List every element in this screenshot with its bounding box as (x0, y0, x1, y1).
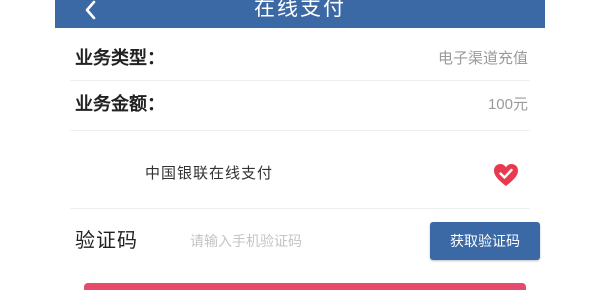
page-title: 在线支付 (254, 0, 346, 20)
get-code-button[interactable]: 获取验证码 (430, 222, 540, 260)
business-amount-value: 100元 (487, 96, 528, 113)
payment-option-unionpay[interactable]: 中国银联在线支付 (70, 150, 530, 198)
submit-button[interactable] (84, 283, 526, 290)
divider (70, 130, 530, 131)
verification-code-label: 验证码 (75, 230, 138, 252)
header-bar: 在线支付 (55, 0, 545, 28)
verification-code-input[interactable] (188, 228, 424, 254)
payment-screen: 在线支付 业务类型： 电子渠道充值 业务金额： 100元 中国银联在线支付 验证… (0, 0, 600, 290)
business-amount-label: 业务金额： (75, 94, 165, 114)
payment-option-label: 中国银联在线支付 (145, 165, 274, 182)
business-type-label: 业务类型： (75, 48, 165, 68)
divider (70, 208, 530, 209)
business-type-value: 电子渠道充值 (437, 50, 528, 67)
divider (70, 80, 530, 81)
check-circle-icon[interactable] (493, 162, 519, 188)
